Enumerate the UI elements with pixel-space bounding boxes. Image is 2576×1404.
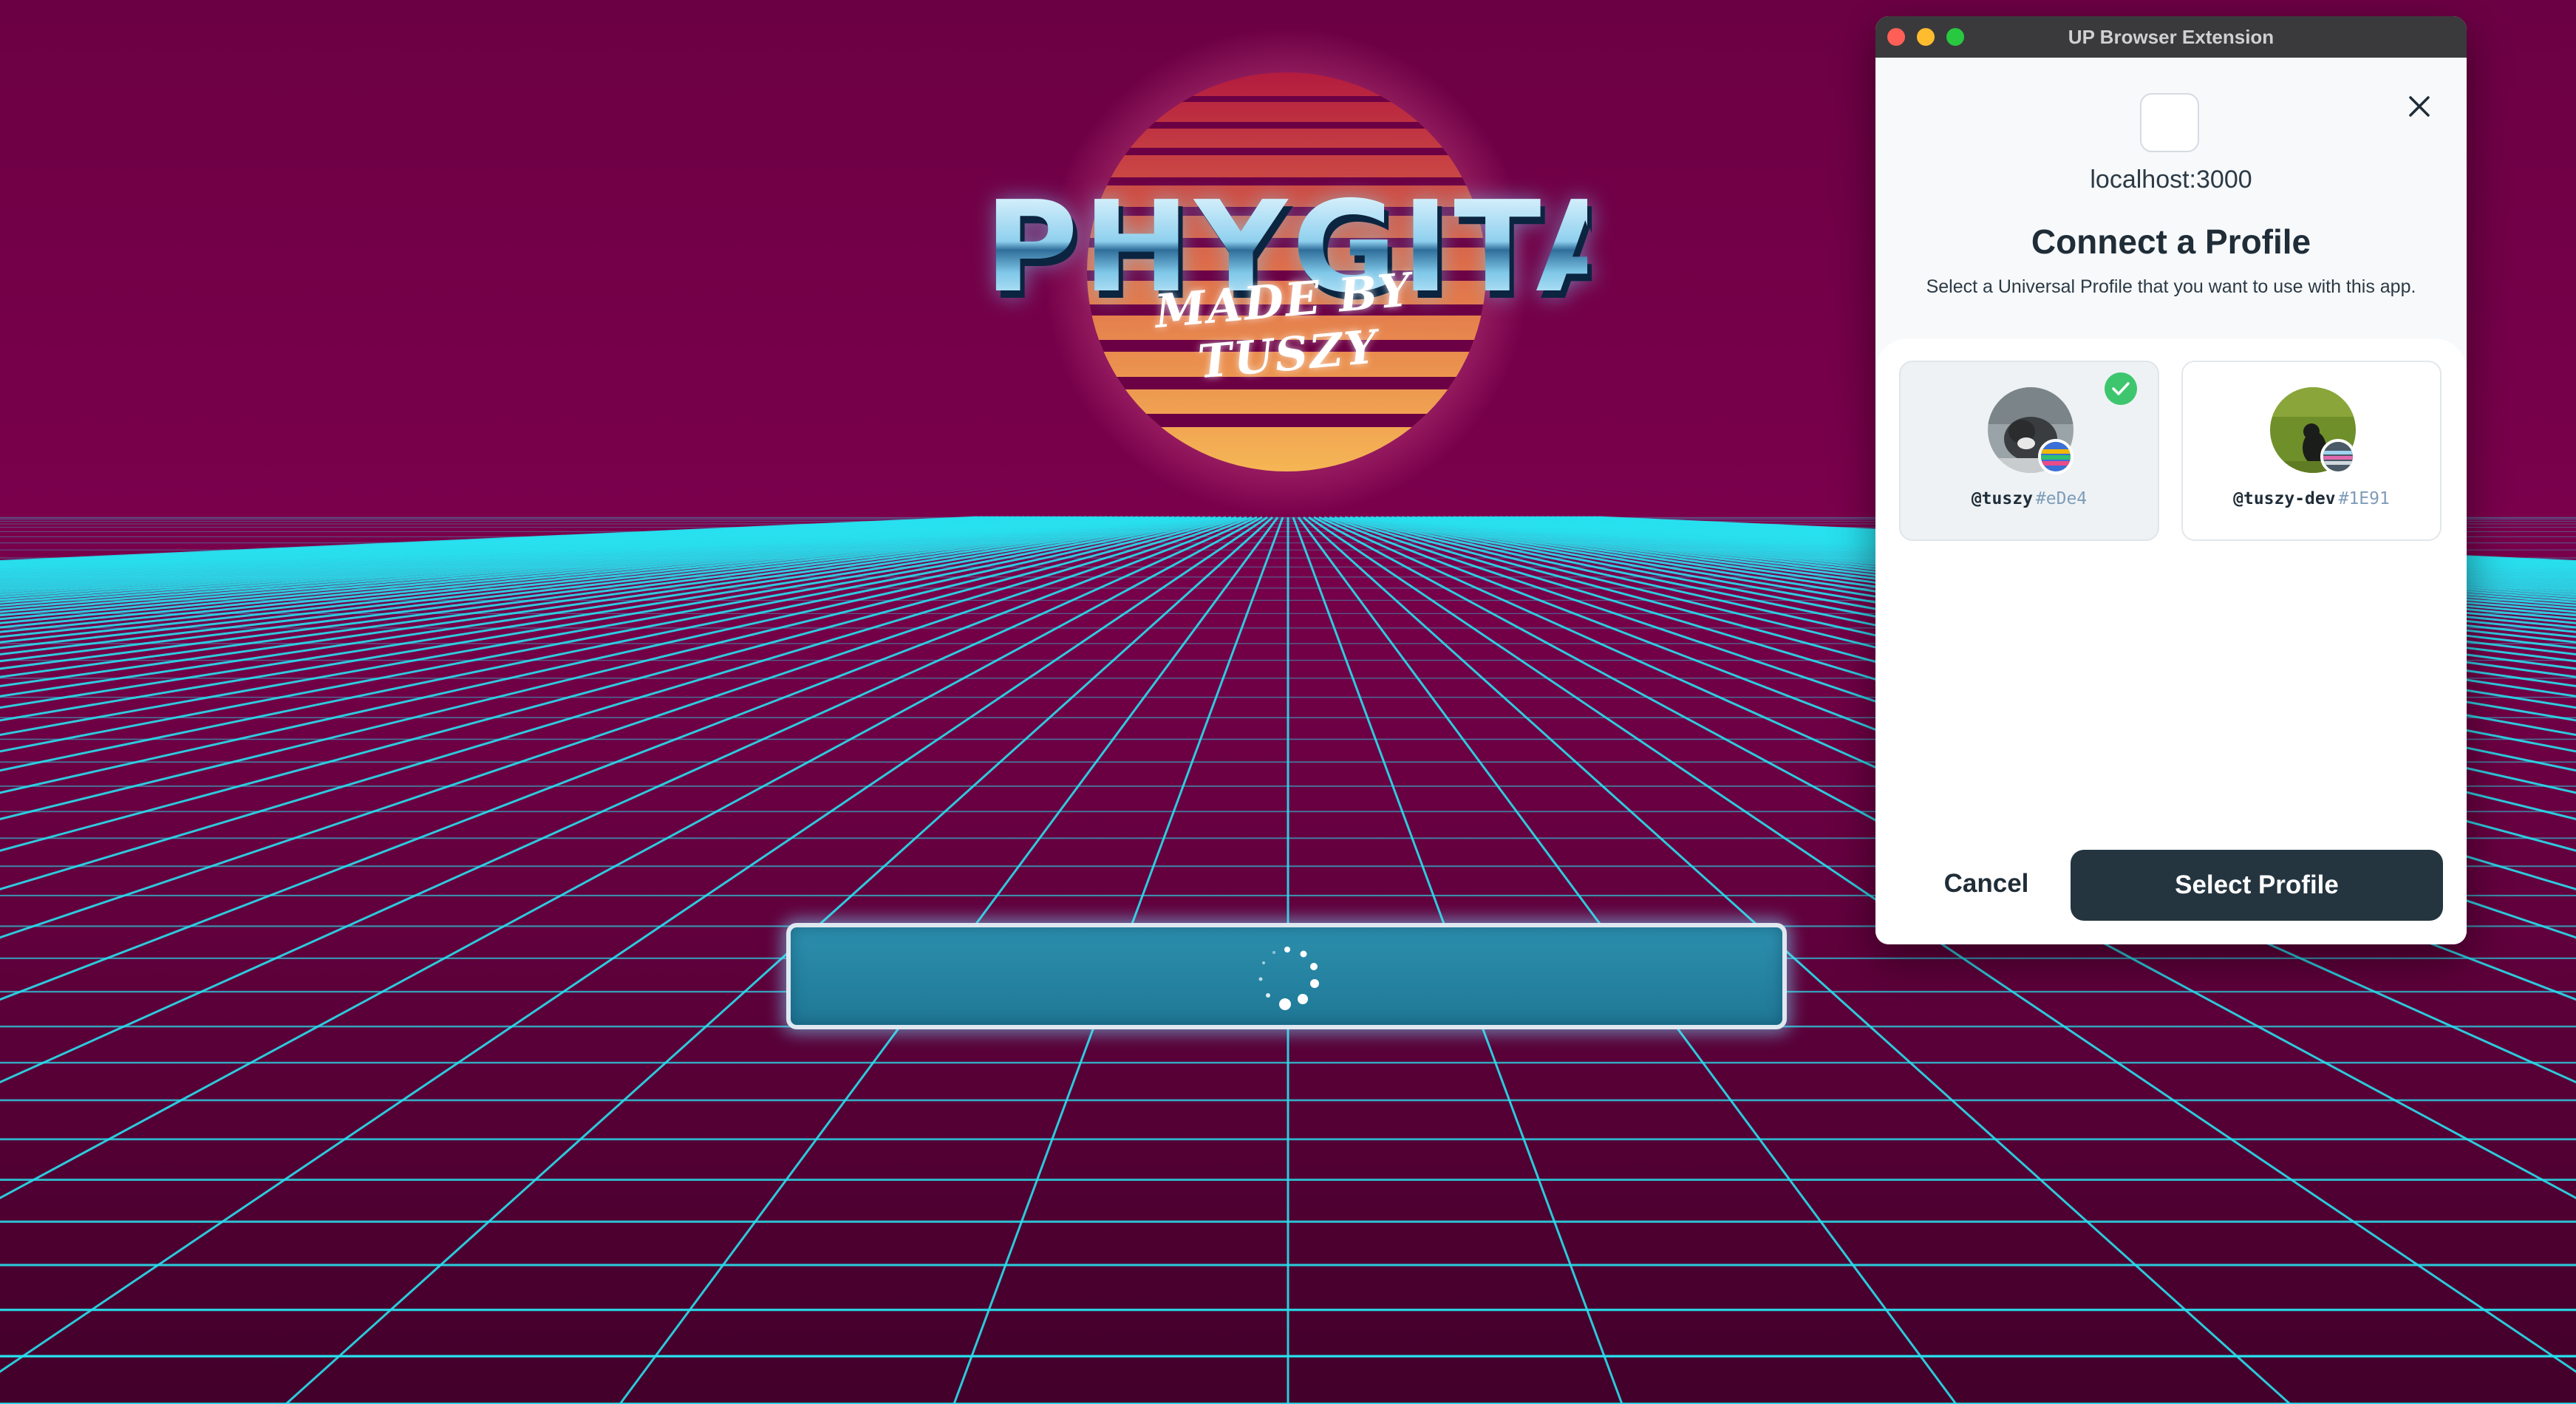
profile-tag: #1E91 — [2338, 489, 2390, 508]
dialog-heading: Connect a Profile — [2031, 222, 2311, 261]
extension-window: UP Browser Extension localhost:3000 Conn… — [1875, 16, 2467, 944]
window-minimize-button[interactable] — [1917, 28, 1935, 46]
loading-spinner-icon — [1258, 947, 1319, 1010]
dialog-subheading: Select a Universal Profile that you want… — [1926, 276, 2416, 297]
window-maximize-button[interactable] — [1946, 28, 1964, 46]
profile-handle: @tuszy — [1971, 489, 2033, 508]
close-icon[interactable] — [2405, 92, 2434, 121]
profile-card-tuszy[interactable]: @tuszy #eDe4 — [1899, 361, 2159, 541]
cancel-button[interactable]: Cancel — [1905, 848, 2068, 919]
site-favicon — [2140, 93, 2199, 152]
profile-handle: @tuszy-dev — [2233, 489, 2336, 508]
loading-button[interactable] — [786, 923, 1787, 1029]
profile-card-tuszy-dev[interactable]: @tuszy-dev #1E91 — [2181, 361, 2442, 541]
profile-tag: #eDe4 — [2035, 489, 2088, 508]
selected-check-icon — [2105, 372, 2137, 405]
profile-name: @tuszy-dev #1E91 — [2183, 489, 2440, 508]
site-host: localhost:3000 — [2090, 166, 2252, 194]
profile-badge-icon — [2038, 439, 2074, 474]
select-profile-button[interactable]: Select Profile — [2071, 850, 2443, 921]
profile-badge-icon — [2320, 439, 2356, 474]
window-title: UP Browser Extension — [2068, 25, 2275, 48]
profile-name: @tuszy #eDe4 — [1901, 489, 2158, 508]
window-titlebar: UP Browser Extension — [1875, 16, 2467, 58]
window-close-button[interactable] — [1887, 28, 1905, 46]
